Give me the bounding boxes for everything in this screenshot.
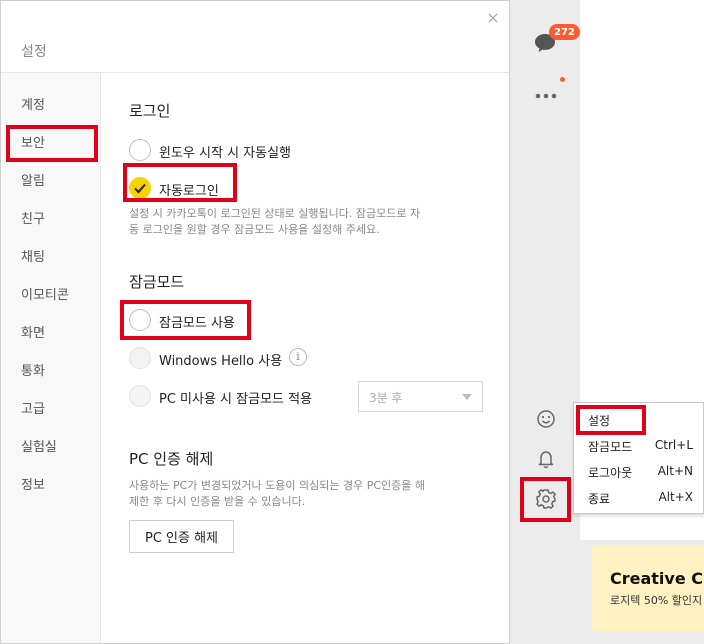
auto-login-description: 설정 시 카카오톡이 로그인된 상태로 실행됩니다. 잠금모드로 자 동 로그인… — [129, 206, 489, 238]
windows-hello-radio[interactable] — [129, 347, 151, 369]
pc-auth-description: 사용하는 PC가 변경되었거나 도용이 의심되는 경우 PC인증을 해 제한 후… — [129, 478, 489, 510]
description-line: 설정 시 카카오톡이 로그인된 상태로 실행됩니다. 잠금모드로 자 — [129, 207, 421, 220]
sidebar-item-advanced[interactable]: 고급 — [21, 398, 45, 417]
menu-item-lock-mode[interactable]: 잠금모드 Ctrl+L — [574, 433, 703, 457]
dialog-title: 설정 — [21, 44, 47, 60]
emoticon-icon[interactable] — [533, 406, 559, 432]
settings-dialog: 설정 × 계정 보안 알림 친구 채팅 이모티콘 화면 통화 고급 실험실 정보 — [0, 0, 510, 644]
security-highlight-box — [6, 125, 98, 162]
auto-start-label: 윈도우 시작 시 자동실행 — [159, 146, 291, 161]
close-icon[interactable]: × — [484, 9, 502, 27]
menu-item-label: 로그아웃 — [588, 466, 633, 480]
ad-subtitle: 로지텍 50% 할인지 — [610, 594, 703, 607]
screen: 272 Creative Clo 로지텍 50% 할인지 설정 잠금모드 Ctr… — [0, 0, 704, 644]
menu-item-label: 종료 — [588, 492, 611, 506]
login-section-title: 로그인 — [129, 102, 171, 120]
unread-count-badge: 272 — [549, 24, 580, 40]
idle-time-select[interactable]: 3분 후 — [358, 381, 483, 412]
new-dot-badge — [560, 77, 565, 82]
chevron-down-icon — [462, 394, 472, 400]
menu-item-shortcut: Alt+X — [658, 490, 693, 504]
idle-lock-label: PC 미사용 시 잠금모드 적용 — [159, 392, 313, 407]
idle-lock-radio[interactable] — [129, 385, 151, 407]
more-icon[interactable] — [533, 88, 559, 104]
sidebar-item-labs[interactable]: 실험실 — [21, 436, 57, 455]
bell-icon[interactable] — [533, 446, 559, 472]
sidebar-item-calls[interactable]: 통화 — [21, 360, 45, 379]
sidebar-item-emoticons[interactable]: 이모티콘 — [21, 284, 69, 303]
sidebar-item-friends[interactable]: 친구 — [21, 208, 45, 227]
lock-section-title: 잠금모드 — [129, 273, 185, 291]
pc-auth-section-title: PC 인증 해제 — [129, 450, 214, 468]
description-line: 동 로그인을 원할 경우 잠금모드 사용을 설정해 주세요. — [129, 223, 380, 236]
info-icon[interactable]: i — [289, 348, 307, 366]
windows-hello-label: Windows Hello 사용 — [159, 354, 283, 369]
dialog-header: 설정 × — [1, 1, 509, 73]
lock-mode-highlight-box — [120, 300, 251, 340]
sidebar-item-display[interactable]: 화면 — [21, 322, 45, 341]
sidebar-item-account[interactable]: 계정 — [21, 94, 45, 113]
menu-item-label: 잠금모드 — [588, 440, 633, 454]
menu-item-logout[interactable]: 로그아웃 Alt+N — [574, 459, 703, 483]
auto-start-radio[interactable] — [129, 139, 151, 161]
gear-icon[interactable] — [533, 486, 559, 512]
menu-item-exit[interactable]: 종료 Alt+X — [574, 485, 703, 509]
ad-banner[interactable]: Creative Clo 로지텍 50% 할인지 — [592, 545, 704, 631]
description-line: 사용하는 PC가 변경되었거나 도용이 의심되는 경우 PC인증을 해 — [129, 479, 425, 492]
idle-time-value: 3분 후 — [369, 391, 403, 405]
menu-item-shortcut: Ctrl+L — [654, 438, 693, 452]
sidebar-item-chat[interactable]: 채팅 — [21, 246, 45, 265]
description-line: 제한 후 다시 인증을 받을 수 있습니다. — [129, 495, 306, 508]
sidebar-item-notifications[interactable]: 알림 — [21, 170, 45, 189]
pc-auth-reset-button[interactable]: PC 인증 해제 — [129, 520, 234, 553]
ad-title: Creative Clo — [610, 569, 704, 588]
sidebar-item-info[interactable]: 정보 — [21, 474, 45, 493]
menu-item-shortcut: Alt+N — [657, 464, 693, 478]
auto-login-highlight-box — [123, 163, 237, 202]
settings-menu-highlight-box — [576, 405, 646, 435]
